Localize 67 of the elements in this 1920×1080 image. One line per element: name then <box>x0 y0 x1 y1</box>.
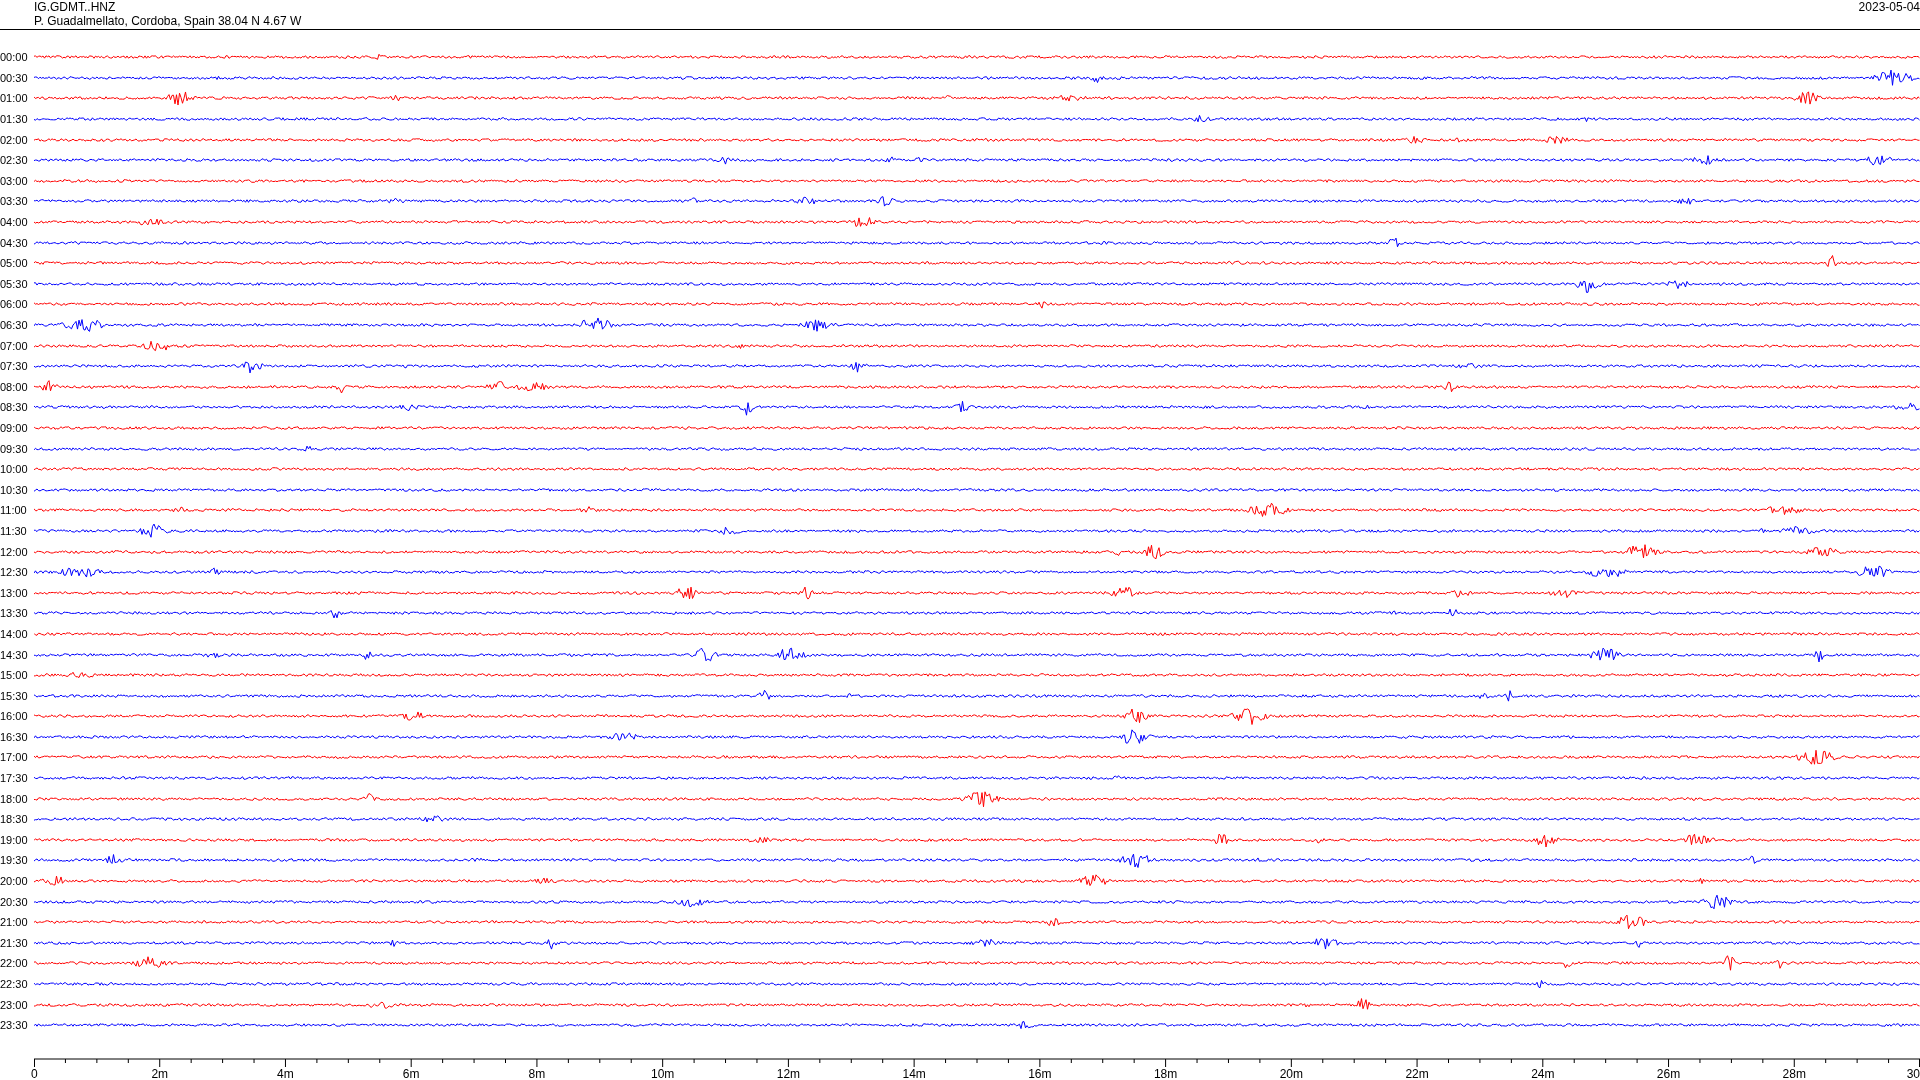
time-label: 17:30 <box>0 772 29 785</box>
axis-tick-label: 26m <box>1656 1067 1681 1080</box>
axis-tick-label: 24m <box>1531 1067 1555 1080</box>
time-label: 23:00 <box>0 998 29 1011</box>
time-label: 13:30 <box>0 607 29 620</box>
time-label: 20:30 <box>0 895 29 908</box>
axis-tick-label: 8m <box>528 1067 546 1080</box>
time-label: 20:00 <box>0 875 29 888</box>
time-label: 08:00 <box>0 380 29 393</box>
time-label: 14:30 <box>0 648 29 661</box>
time-label: 10:00 <box>0 463 29 476</box>
time-label: 11:00 <box>0 504 28 517</box>
time-label: 00:00 <box>0 51 29 64</box>
axis-tick-label: 22m <box>1405 1067 1429 1080</box>
time-label: 00:30 <box>0 71 29 84</box>
axis-tick-label: 28m <box>1782 1067 1806 1080</box>
time-label: 11:30 <box>0 524 28 537</box>
axis-tick-label: 0 <box>31 1067 38 1080</box>
axis-tick-label: 18m <box>1153 1067 1178 1080</box>
time-label: 08:30 <box>0 401 29 414</box>
time-label: 19:30 <box>0 854 29 867</box>
axis-tick-label: 4m <box>277 1067 294 1080</box>
date-label: 2023-05-04 <box>1858 0 1920 14</box>
time-label: 12:30 <box>0 566 29 579</box>
time-label: 14:00 <box>0 627 29 640</box>
time-label: 05:00 <box>0 257 29 270</box>
time-label: 02:30 <box>0 154 29 167</box>
axis-tick-label: 30 <box>1906 1067 1920 1080</box>
time-label: 05:30 <box>0 277 29 290</box>
time-label: 22:00 <box>0 957 29 970</box>
time-label: 13:00 <box>0 586 29 599</box>
axis-tick-label: 6m <box>402 1067 420 1080</box>
time-label: 18:00 <box>0 792 29 805</box>
time-label: 15:30 <box>0 689 29 702</box>
time-label: 02:00 <box>0 133 29 146</box>
time-label: 18:30 <box>0 813 29 826</box>
time-label: 03:00 <box>0 174 29 187</box>
time-label: 06:30 <box>0 319 29 331</box>
time-label: 23:30 <box>0 1019 29 1032</box>
time-label: 21:00 <box>0 916 29 929</box>
time-label: 16:30 <box>0 730 29 743</box>
axis-tick-label: 2m <box>151 1067 169 1080</box>
time-label: 15:00 <box>0 669 29 682</box>
time-label: 19:00 <box>0 833 29 846</box>
time-label: 22:30 <box>0 978 29 990</box>
time-label: 01:30 <box>0 113 29 126</box>
time-label: 06:00 <box>0 298 29 311</box>
time-label: 03:30 <box>0 195 29 208</box>
time-label: 01:00 <box>0 92 29 105</box>
time-label: 12:00 <box>0 545 29 558</box>
station-location: P. Guadalmellato, Cordoba, Spain 38.04 N 4.67 W <box>34 14 302 28</box>
time-label: 16:00 <box>0 710 29 723</box>
axis-tick-label: 20m <box>1279 1067 1303 1080</box>
time-label: 09:30 <box>0 442 29 455</box>
time-label: 04:00 <box>0 216 29 229</box>
axis-tick-label: 16m <box>1028 1067 1052 1080</box>
time-label: 10:30 <box>0 483 29 496</box>
time-label: 21:30 <box>0 936 29 949</box>
station-code: IG.GDMT..HNZ <box>34 0 117 14</box>
time-label: 07:30 <box>0 360 29 373</box>
time-label: 07:00 <box>0 339 29 352</box>
axis-tick-label: 10m <box>651 1067 675 1080</box>
time-label: 09:00 <box>0 422 29 434</box>
time-label: 04:30 <box>0 236 29 249</box>
axis-tick-label: 14m <box>902 1067 926 1080</box>
time-label: 17:00 <box>0 751 29 764</box>
axis-tick-label: 12m <box>776 1067 801 1080</box>
